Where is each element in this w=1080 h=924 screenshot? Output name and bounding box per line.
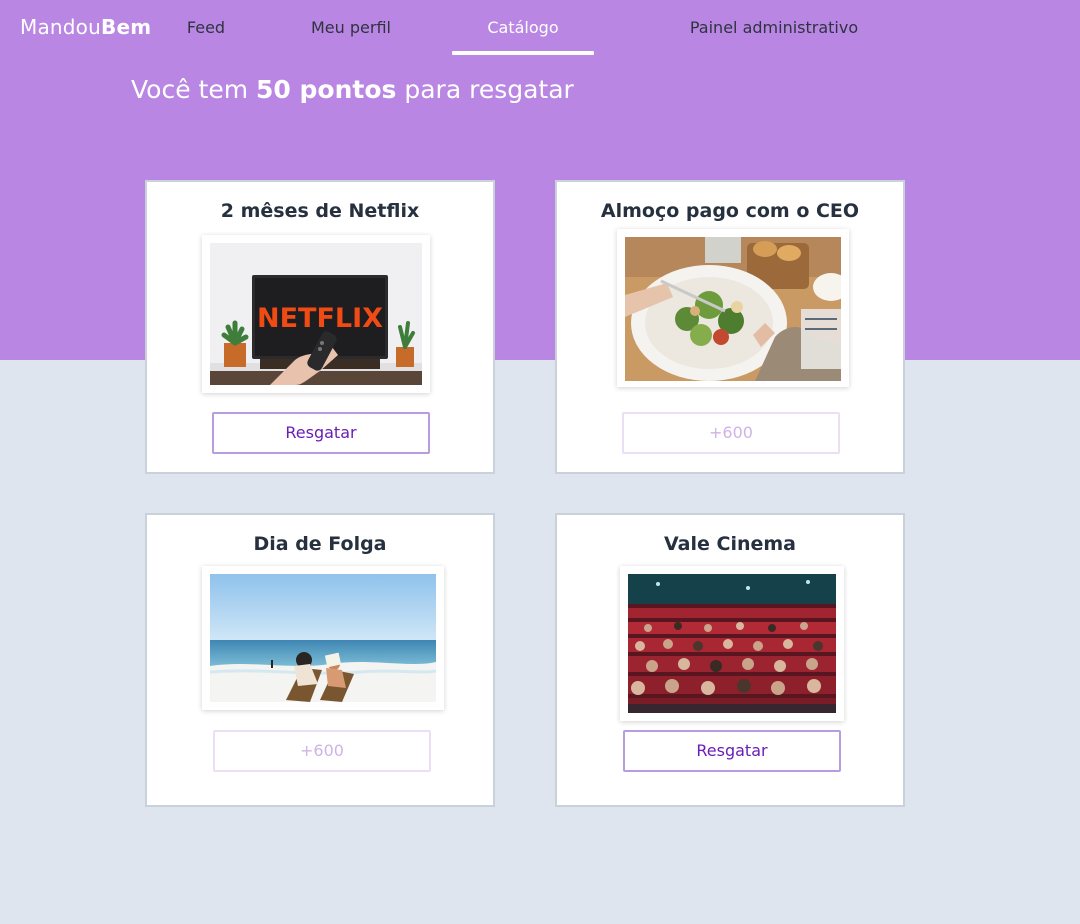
lunch-salad-image (625, 237, 841, 381)
card-image-frame (620, 566, 844, 721)
netflix-tv-image: NETFLIX (210, 243, 422, 385)
redeem-button[interactable]: Resgatar (212, 412, 430, 454)
points-value: 50 pontos (256, 75, 397, 104)
points-needed-button: +600 (622, 412, 840, 454)
points-prefix: Você tem (131, 75, 249, 104)
catalog-card-almoco: Almoço pago com o CEO +600 (555, 180, 905, 474)
card-image-frame (617, 229, 849, 387)
points-needed-button: +600 (213, 730, 431, 772)
card-image-frame (202, 566, 444, 710)
points-banner: Você tem 50 pontos para resgatar (131, 75, 574, 104)
top-nav: Feed Meu perfil Catálogo Painel administ… (0, 0, 1080, 56)
card-title: Vale Cinema (664, 533, 796, 555)
card-image-frame: NETFLIX (202, 235, 430, 393)
nav-item-painel-administrativo[interactable]: Painel administrativo (664, 0, 884, 56)
catalog-page: MandouBem Feed Meu perfil Catálogo Paine… (0, 0, 1080, 924)
netflix-logo-text: NETFLIX (257, 303, 383, 334)
beach-chairs-image (210, 574, 436, 702)
nav-item-meu-perfil[interactable]: Meu perfil (296, 0, 406, 56)
catalog-card-netflix: 2 mêses de Netflix NETFLIX Resgatar (145, 180, 495, 474)
catalog-card-cinema: Vale Cinema Resgatar (555, 513, 905, 807)
card-title: Dia de Folga (253, 533, 387, 555)
redeem-button[interactable]: Resgatar (623, 730, 841, 772)
points-suffix: para resgatar (404, 75, 574, 104)
cinema-audience-image (628, 574, 836, 713)
catalog-card-folga: Dia de Folga +600 (145, 513, 495, 807)
nav-item-catalogo[interactable]: Catálogo (452, 0, 594, 56)
card-title: Almoço pago com o CEO (600, 200, 860, 222)
card-title: 2 mêses de Netflix (220, 200, 420, 222)
nav-item-feed[interactable]: Feed (168, 0, 244, 56)
